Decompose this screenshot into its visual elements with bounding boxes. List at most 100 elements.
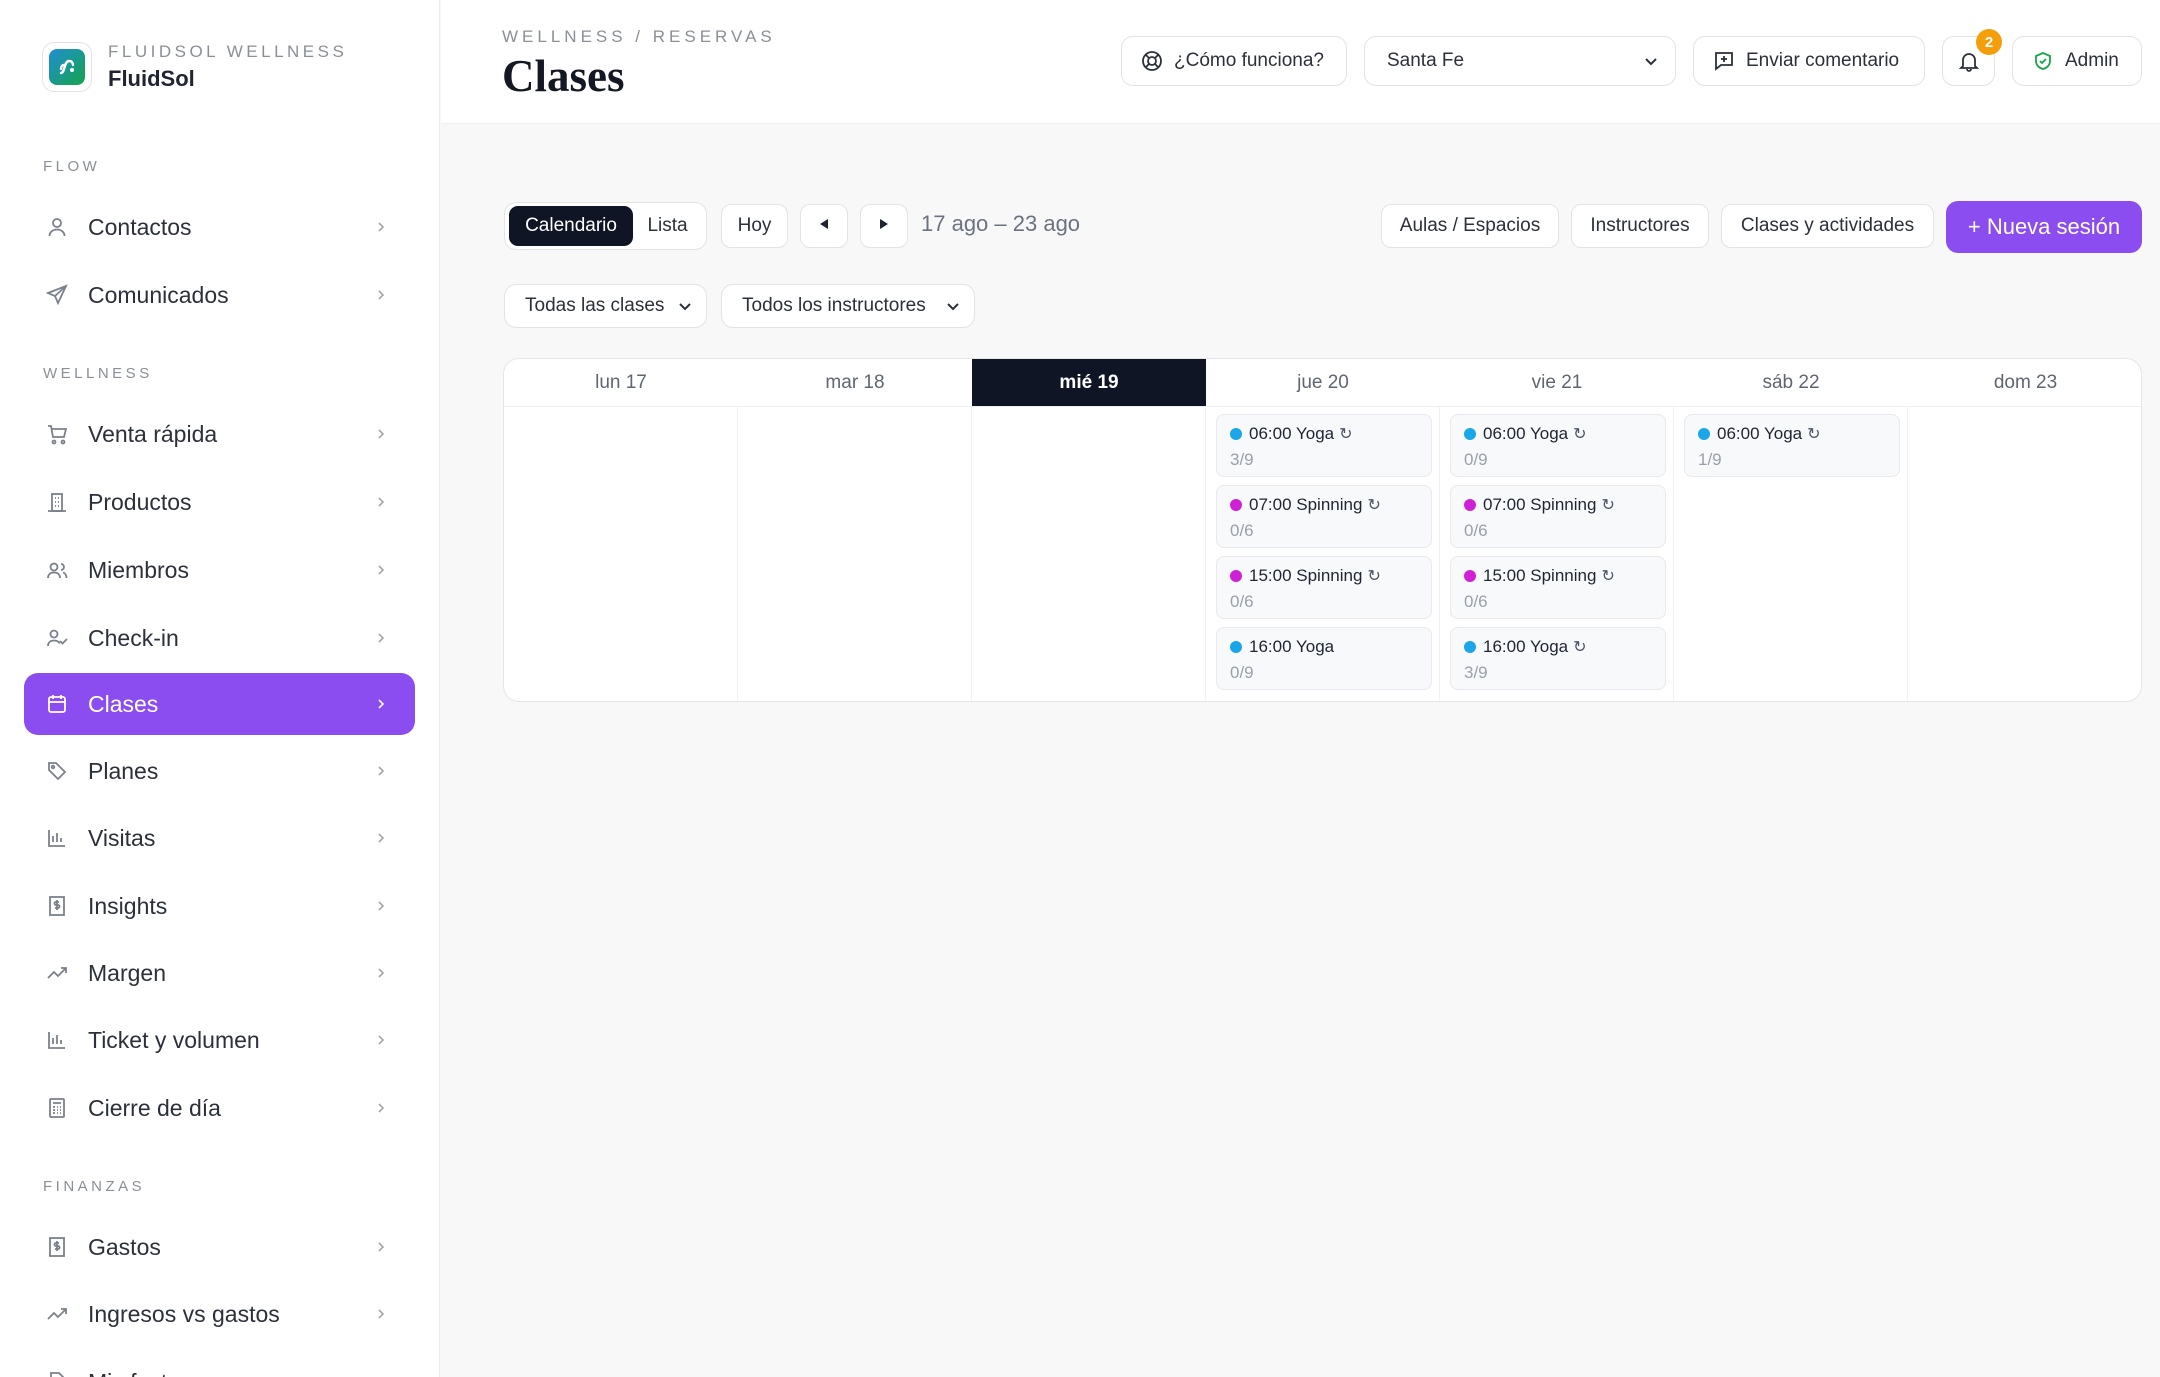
recurring-icon: ↻ [1367, 497, 1381, 514]
event-capacity: 0/6 [1230, 592, 1254, 611]
receipt-dollar-icon [44, 1234, 70, 1260]
sidebar-item-comunicados[interactable]: Comunicados [24, 264, 415, 326]
sidebar-item-gastos[interactable]: Gastos [24, 1216, 415, 1278]
spinning-dot-icon [1230, 570, 1242, 582]
day-column-lun[interactable] [504, 407, 738, 701]
chevron-right-icon [371, 1098, 391, 1118]
chevron-down-icon [944, 297, 964, 317]
class-event[interactable]: 06:00 Yoga ↻ 0/9 [1450, 414, 1666, 477]
sidebar-item-cierre-de-dia[interactable]: Cierre de día [24, 1077, 415, 1139]
spaces-button[interactable]: Aulas / Espacios [1381, 204, 1559, 248]
new-session-button[interactable]: + Nueva sesión [1946, 201, 2142, 253]
location-select[interactable]: Santa Fe [1364, 36, 1676, 86]
feedback-button[interactable]: Enviar comentario [1693, 36, 1925, 86]
sidebar-item-clases[interactable]: Clases [24, 673, 415, 735]
prev-week-button[interactable] [800, 204, 848, 248]
recurring-icon: ↻ [1367, 568, 1381, 585]
instructor-filter-select[interactable]: Todos los instructores [721, 284, 975, 328]
brand-name: FluidSol [108, 66, 195, 91]
event-capacity: 1/9 [1698, 450, 1722, 469]
day-header-sab: sáb 22 [1674, 359, 1908, 407]
sidebar-item-label: Insights [88, 892, 168, 919]
sidebar-item-check-in[interactable]: Check-in [24, 607, 415, 669]
today-button[interactable]: Hoy [721, 204, 788, 248]
sidebar: FLUIDSOL WELLNESS FluidSol FLOW Contacto… [0, 0, 440, 1377]
sidebar-item-productos[interactable]: Productos [24, 471, 415, 533]
section-label-flow: FLOW [43, 158, 101, 175]
view-calendar-button[interactable]: Calendario [509, 206, 634, 246]
next-week-button[interactable] [860, 204, 908, 248]
sidebar-item-visitas[interactable]: Visitas [24, 807, 415, 869]
sidebar-item-label: Comunicados [88, 281, 229, 308]
bell-icon [1957, 49, 1981, 73]
event-capacity: 0/6 [1464, 592, 1488, 611]
yoga-dot-icon [1464, 641, 1476, 653]
class-event[interactable]: 06:00 Yoga ↻ 1/9 [1684, 414, 1900, 477]
day-column-dom[interactable] [1908, 407, 2141, 701]
class-event[interactable]: 07:00 Spinning ↻ 0/6 [1450, 485, 1666, 548]
sidebar-item-miembros[interactable]: Miembros [24, 539, 415, 601]
class-event[interactable]: 15:00 Spinning ↻ 0/6 [1216, 556, 1432, 619]
triangle-left-icon [817, 215, 831, 237]
day-column-sab[interactable]: 06:00 Yoga ↻ 1/9 [1674, 407, 1908, 701]
chevron-right-icon [371, 560, 391, 580]
trending-up-icon [44, 1301, 70, 1327]
day-column-vie[interactable]: 06:00 Yoga ↻ 0/9 07:00 Spinning ↻ 0/6 15:0… [1440, 407, 1674, 701]
message-plus-icon [1712, 49, 1736, 73]
instructor-filter-value: Todos los instructores [742, 295, 926, 316]
sidebar-item-label: Gastos [88, 1233, 161, 1260]
trending-up-icon [44, 960, 70, 986]
class-event[interactable]: 16:00 Yoga 0/9 [1216, 627, 1432, 690]
sidebar-item-contactos[interactable]: Contactos [24, 196, 415, 258]
lifebuoy-icon [1140, 49, 1164, 73]
day-header-mie-today: mié 19 [972, 359, 1206, 407]
week-calendar: lun 17 mar 18 mié 19 jue 20 vie 21 sáb 2… [503, 358, 2142, 702]
sidebar-item-planes[interactable]: Planes [24, 740, 415, 802]
instructors-button[interactable]: Instructores [1571, 204, 1709, 248]
building-icon [44, 489, 70, 515]
sidebar-item-label: Visitas [88, 824, 156, 851]
event-capacity: 3/9 [1230, 450, 1254, 469]
feedback-button-label: Enviar comentario [1746, 50, 1900, 71]
sidebar-item-venta-rapida[interactable]: Venta rápida [24, 403, 415, 465]
notifications-badge: 2 [1976, 29, 2002, 55]
class-event[interactable]: 07:00 Spinning ↻ 0/6 [1216, 485, 1432, 548]
breadcrumb: WELLNESS / RESERVAS [502, 27, 776, 46]
send-icon [44, 282, 70, 308]
event-title: 07:00 Spinning [1249, 495, 1363, 514]
chevron-right-icon [371, 492, 391, 512]
class-event[interactable]: 16:00 Yoga ↻ 3/9 [1450, 627, 1666, 690]
chevron-right-icon [371, 628, 391, 648]
help-button[interactable]: ¿Cómo funciona? [1121, 36, 1347, 86]
view-list-button[interactable]: Lista [633, 206, 702, 246]
sidebar-item-insights[interactable]: Insights [24, 875, 415, 937]
user-check-icon [44, 625, 70, 651]
chevron-right-icon [371, 424, 391, 444]
fluidsol-logo-icon [49, 49, 85, 85]
date-range-label: 17 ago – 23 ago [921, 211, 1081, 236]
page-title: Clases [502, 51, 625, 101]
user-menu-button[interactable]: Admin [2012, 36, 2142, 86]
class-filter-select[interactable]: Todas las clases [504, 284, 707, 328]
classes-activities-button[interactable]: Clases y actividades [1721, 204, 1934, 248]
tags-icon [44, 758, 70, 784]
class-event[interactable]: 06:00 Yoga ↻ 3/9 [1216, 414, 1432, 477]
chevron-right-icon [371, 217, 391, 237]
view-toggle: Calendario Lista [504, 202, 707, 250]
sidebar-item-ticket-volumen[interactable]: Ticket y volumen [24, 1009, 415, 1071]
user-name: Admin [2065, 50, 2119, 71]
day-column-mar[interactable] [738, 407, 972, 701]
sidebar-item-mis-facturas[interactable]: Mis facturas [24, 1351, 415, 1377]
day-header-lun: lun 17 [504, 359, 738, 407]
brand[interactable]: FLUIDSOL WELLNESS FluidSol [42, 42, 347, 92]
day-column-jue[interactable]: 06:00 Yoga ↻ 3/9 07:00 Spinning ↻ 0/6 15:0… [1206, 407, 1440, 701]
sidebar-item-margen[interactable]: Margen [24, 942, 415, 1004]
sidebar-item-label: Margen [88, 959, 166, 986]
class-event[interactable]: 15:00 Spinning ↻ 0/6 [1450, 556, 1666, 619]
event-capacity: 0/9 [1230, 663, 1254, 682]
spinning-dot-icon [1230, 499, 1242, 511]
sidebar-item-ingresos-vs-gastos[interactable]: Ingresos vs gastos [24, 1283, 415, 1345]
day-column-mie[interactable] [972, 407, 1206, 701]
calculator-icon [44, 1095, 70, 1121]
yoga-dot-icon [1230, 641, 1242, 653]
